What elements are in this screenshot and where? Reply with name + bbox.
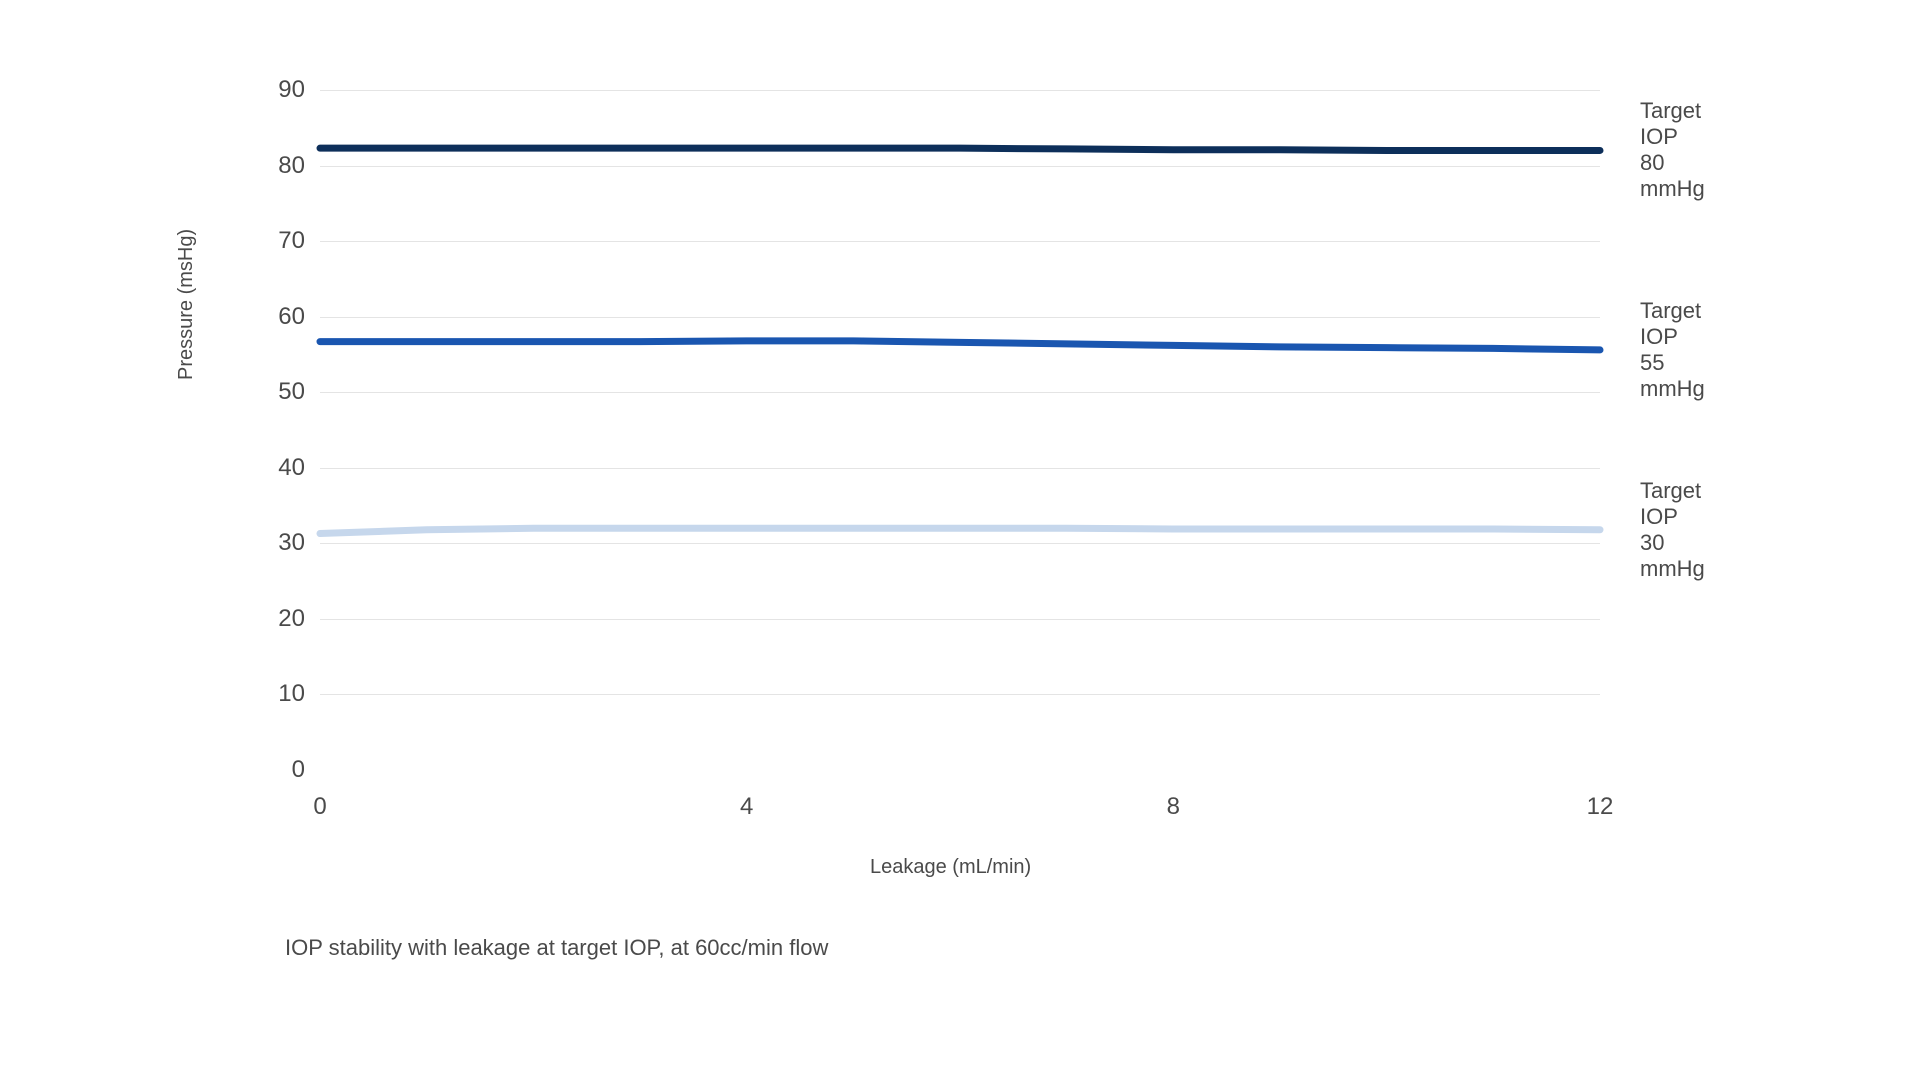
y-tick-label: 30 [250,529,305,557]
y-tick-label: 40 [250,454,305,482]
x-axis-label: Leakage (mL/min) [870,856,1031,879]
y-axis-label: Pressure (msHg) [175,229,198,380]
series-line [320,341,1600,350]
grid-line [320,317,1600,318]
y-tick-label: 60 [250,303,305,331]
series-line [320,148,1600,150]
grid-line [320,694,1600,695]
y-tick-label: 50 [250,378,305,406]
series-label: Target IOP 30 mmHg [1640,478,1705,582]
x-tick-label: 0 [313,793,326,821]
grid-line [320,468,1600,469]
grid-line [320,90,1600,91]
grid-line [320,619,1600,620]
chart-container: Pressure (msHg) Leakage (mL/min) IOP sta… [80,40,1580,920]
x-tick-label: 8 [1167,793,1180,821]
y-tick-label: 0 [250,756,305,784]
y-tick-label: 70 [250,227,305,255]
plot-area: 010203040506070809004812Target IOP 80 mm… [320,90,1600,770]
y-tick-label: 20 [250,605,305,633]
series-label: Target IOP 80 mmHg [1640,98,1705,202]
chart-caption: IOP stability with leakage at target IOP… [285,935,828,961]
y-tick-label: 90 [250,76,305,104]
grid-line [320,241,1600,242]
y-tick-label: 80 [250,152,305,180]
series-label: Target IOP 55 mmHg [1640,298,1705,402]
y-tick-label: 10 [250,680,305,708]
x-tick-label: 12 [1587,793,1614,821]
grid-line [320,392,1600,393]
grid-line [320,543,1600,544]
plot-svg [320,90,1600,770]
grid-line [320,166,1600,167]
series-line [320,528,1600,533]
x-tick-label: 4 [740,793,753,821]
